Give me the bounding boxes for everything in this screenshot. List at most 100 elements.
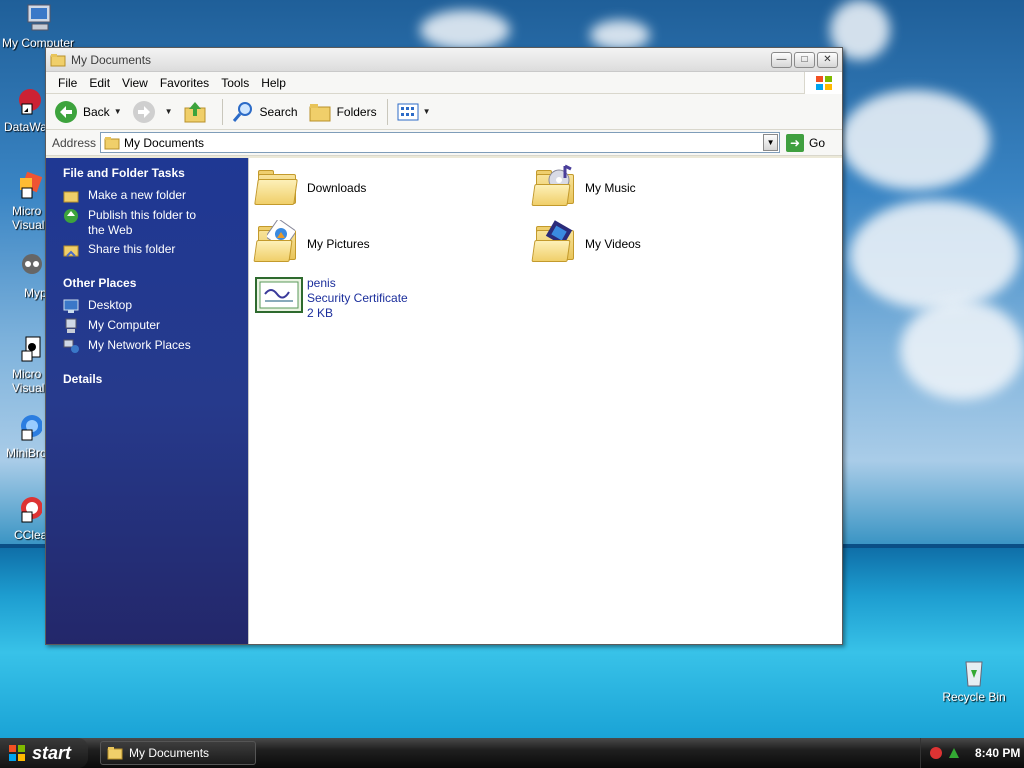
- go-button[interactable]: ➜ Go: [786, 133, 825, 152]
- close-button[interactable]: ✕: [817, 51, 838, 68]
- task-label: Share this folder: [88, 242, 176, 256]
- new-folder-icon: [63, 188, 79, 204]
- desktop-icon-recycle-bin[interactable]: Recycle Bin: [934, 656, 1014, 704]
- task-pane: File and Folder Tasks Make a new folder …: [46, 158, 248, 644]
- search-label: Search: [259, 104, 298, 119]
- globe-icon: [63, 208, 79, 224]
- chevron-down-icon[interactable]: ▼: [423, 107, 431, 116]
- toolbar-separator: [221, 98, 223, 125]
- folder-icon: [254, 164, 303, 212]
- visual-studio-icon: [10, 170, 43, 202]
- start-button[interactable]: start: [0, 738, 88, 768]
- address-value: My Documents: [124, 135, 205, 150]
- search-button[interactable]: Search: [231, 100, 298, 124]
- menu-edit[interactable]: Edit: [83, 76, 116, 90]
- file-size: 2 KB: [307, 306, 334, 320]
- taskbar: start My Documents 8:40 PM: [0, 738, 1024, 768]
- title-bar[interactable]: My Documents — □ ✕: [46, 48, 842, 72]
- file-folder-tasks-section: File and Folder Tasks Make a new folder …: [63, 166, 248, 258]
- raccoon-icon: [10, 252, 42, 284]
- ccleaner-icon: [10, 494, 43, 526]
- chevron-down-icon[interactable]: ▼: [763, 134, 779, 151]
- menu-tools[interactable]: Tools: [215, 76, 255, 90]
- toolbar: Back ▼ ▼ Search Folders ▼: [46, 94, 842, 130]
- file-item-certificate[interactable]: penis Security Certificate 2 KB: [255, 276, 408, 321]
- place-my-computer[interactable]: My Computer: [63, 318, 248, 334]
- clock[interactable]: 8:40 PM: [975, 746, 1020, 760]
- task-share-folder[interactable]: Share this folder: [63, 242, 248, 258]
- taskbar-item-label: My Documents: [129, 746, 210, 760]
- section-heading[interactable]: File and Folder Tasks: [63, 166, 248, 180]
- menu-file[interactable]: File: [52, 76, 83, 90]
- menu-favorites[interactable]: Favorites: [154, 76, 215, 90]
- folder-up-icon: [183, 100, 207, 124]
- toolbar-separator: [386, 98, 388, 125]
- browser-icon: [10, 412, 43, 444]
- section-heading[interactable]: Other Places: [63, 276, 248, 290]
- place-my-network[interactable]: My Network Places: [63, 338, 248, 354]
- chevron-down-icon[interactable]: ▼: [114, 107, 122, 116]
- menu-bar: File Edit View Favorites Tools Help: [46, 72, 842, 94]
- start-label: start: [32, 742, 72, 763]
- file-name: My Videos: [585, 237, 641, 251]
- visual-app-icon: [10, 333, 42, 365]
- menu-help[interactable]: Help: [255, 76, 292, 90]
- place-desktop[interactable]: Desktop: [63, 298, 248, 314]
- address-label: Address: [52, 135, 97, 150]
- folder-icon: [104, 136, 120, 150]
- window-title: My Documents: [71, 52, 152, 67]
- music-folder-icon: [531, 164, 581, 212]
- back-button[interactable]: Back ▼: [54, 100, 122, 124]
- tray-network-icon[interactable]: [947, 746, 961, 760]
- file-name: penis: [307, 276, 336, 290]
- system-tray: 8:40 PM: [920, 738, 1024, 768]
- folders-button[interactable]: Folders: [308, 100, 377, 124]
- task-make-new-folder[interactable]: Make a new folder: [63, 188, 248, 204]
- chevron-down-icon[interactable]: ▼: [165, 107, 173, 116]
- file-type: Security Certificate: [307, 291, 408, 305]
- share-folder-icon: [63, 242, 79, 258]
- up-button[interactable]: [183, 100, 212, 124]
- place-label: My Network Places: [88, 338, 191, 352]
- folder-item-downloads[interactable]: Downloads: [254, 164, 367, 212]
- folders-icon: [308, 100, 332, 124]
- details-section: Details: [63, 372, 248, 386]
- address-bar: Address My Documents ▼ ➜ Go: [46, 130, 842, 156]
- desktop-icon-my-computer[interactable]: My Computer: [0, 2, 78, 50]
- menu-view[interactable]: View: [116, 76, 154, 90]
- file-name: My Music: [585, 181, 636, 195]
- forward-arrow-icon: [132, 100, 156, 124]
- desktop-icon: [63, 298, 79, 314]
- other-places-section: Other Places Desktop My Computer My Netw…: [63, 276, 248, 354]
- folder-item-my-videos[interactable]: My Videos: [531, 220, 641, 268]
- place-label: Desktop: [88, 298, 133, 312]
- taskbar-item-my-documents[interactable]: My Documents: [100, 741, 256, 765]
- computer-icon: [22, 2, 54, 34]
- maximize-button[interactable]: □: [794, 51, 815, 68]
- folder-item-my-pictures[interactable]: My Pictures: [253, 220, 370, 268]
- views-button[interactable]: ▼: [396, 100, 431, 124]
- videos-folder-icon: [531, 220, 581, 268]
- tray-app-icon[interactable]: [929, 746, 943, 760]
- folder-item-my-music[interactable]: My Music: [531, 164, 636, 212]
- address-input[interactable]: My Documents ▼: [100, 132, 781, 153]
- search-icon: [231, 100, 255, 124]
- forward-button[interactable]: ▼: [132, 100, 173, 124]
- go-arrow-icon: ➜: [786, 133, 805, 152]
- windows-logo-icon: [804, 72, 842, 94]
- file-name: Downloads: [307, 181, 367, 195]
- back-label: Back: [83, 104, 110, 119]
- computer-icon: [63, 318, 79, 334]
- views-icon: [396, 100, 420, 124]
- desktop-icon-label: Recycle Bin: [942, 690, 1006, 704]
- minimize-button[interactable]: —: [771, 51, 792, 68]
- task-publish-folder[interactable]: Publish this folder to the Web: [63, 208, 248, 238]
- datawa-icon: [10, 86, 42, 118]
- recycle-bin-icon: [958, 656, 990, 688]
- folders-label: Folders: [336, 104, 377, 119]
- section-heading[interactable]: Details: [63, 372, 248, 386]
- pictures-folder-icon: [253, 220, 303, 268]
- certificate-icon: [255, 276, 303, 316]
- windows-flag-icon: [8, 744, 26, 762]
- folder-icon: [107, 746, 123, 760]
